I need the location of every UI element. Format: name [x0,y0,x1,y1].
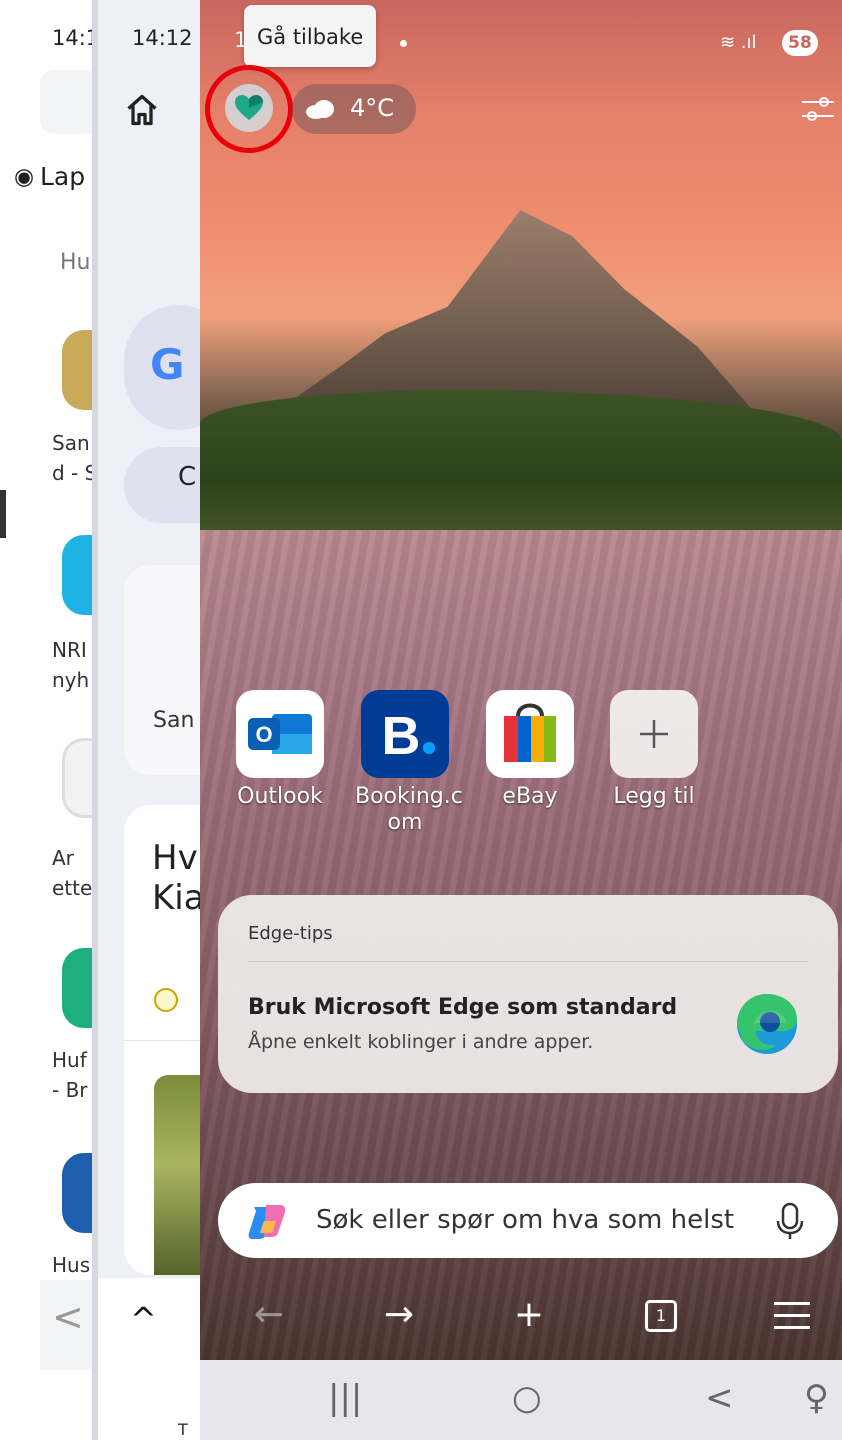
battery-indicator: 58 [782,30,818,56]
section-header: Hu [60,250,91,275]
quicklink-label: Legg til [613,784,695,809]
edge-tips-card[interactable]: Edge-tips Bruk Microsoft Edge som standa… [218,895,838,1093]
system-navigation-bar: ||| ○ < ♀ [200,1360,842,1440]
card-text: San [153,708,195,733]
news-thumbnail[interactable] [154,1075,204,1275]
highlight-ring [205,65,293,153]
tab-count-button[interactable]: 1 [645,1300,677,1332]
accessibility-icon[interactable]: ♀ [804,1378,829,1418]
background-app-window-2[interactable]: 14:12 G C San Hv Kia ^ T [92,0,204,1440]
tooltip-text: Gå tilbake [257,25,364,49]
menu-hamburger-icon[interactable] [774,1302,810,1332]
app-tile-label: San d - S [52,431,98,485]
notification-dot-icon [400,40,407,47]
booking-icon[interactable]: B [361,690,449,778]
source-logo-icon [154,988,178,1012]
svg-text:B: B [382,706,421,766]
google-logo-icon: G [150,340,185,389]
tab-label: Lap [40,162,86,191]
microphone-icon[interactable] [774,1201,806,1241]
back-arrow-icon[interactable]: ← [244,1294,294,1335]
chevron-up-icon[interactable]: ^ [130,1300,157,1338]
quicklink-booking[interactable]: B Booking.c om [355,690,463,836]
page-settings-icon[interactable] [800,92,836,126]
quicklink-add[interactable]: Legg til [604,690,704,810]
forward-arrow-icon[interactable]: → [374,1294,424,1335]
divider [124,1040,204,1041]
quicklink-label: Outlook [237,784,323,809]
app-tile-label: NRI nyh [52,638,90,692]
divider [248,961,808,962]
home-icon[interactable] [124,92,160,128]
home-circle-icon[interactable]: ○ [512,1378,542,1418]
shortcut-card[interactable] [124,565,204,775]
news-headline: Hv Kia [152,838,204,918]
ebay-bag-icon[interactable] [486,690,574,778]
tips-title: Edge-tips [248,923,333,944]
app-tile-label: Hus [52,1253,91,1277]
recents-icon[interactable]: ||| [328,1378,362,1418]
bottom-text: T [178,1420,188,1439]
weather-button[interactable]: 4°C [292,84,416,134]
plus-icon[interactable] [610,690,698,778]
edge-handle [0,490,6,538]
tips-subtitle: Åpne enkelt koblinger i andre apper. [248,1031,594,1053]
quicklink-label: Booking.c om [355,784,463,835]
temperature: 4°C [350,94,395,122]
edge-logo-icon [737,994,797,1054]
signal-icon: ≋ .ıl [720,32,757,53]
tips-heading: Bruk Microsoft Edge som standard [248,995,678,1020]
browser-toolbar: ← → + 1 [200,1280,842,1358]
search-placeholder: Søk eller spør om hva som helst [316,1205,735,1235]
quicklink-outlook[interactable]: O Outlook [230,690,330,810]
pill-text: C [178,462,197,492]
app-tile-label: Huf - Br [52,1048,88,1102]
quicklink-ebay[interactable]: eBay [480,690,580,810]
status-time: 14:12 [132,26,193,50]
outlook-icon[interactable]: O [236,690,324,778]
tab-favicon-icon: ◉ [14,164,35,190]
edge-new-tab-window[interactable]: 1 ≋ .ıl 58 Gå tilbake 4°C O Outlook B Bo… [200,0,842,1440]
quicklink-label: eBay [502,784,558,809]
back-chevron-icon[interactable]: < [705,1378,734,1418]
back-tooltip: Gå tilbake [244,5,376,67]
new-tab-plus-icon[interactable]: + [504,1294,554,1335]
cloud-icon [306,100,334,119]
copilot-icon[interactable] [246,1201,288,1241]
search-bar[interactable]: Søk eller spør om hva som helst [218,1183,838,1258]
app-tile-label: Ar ette [52,846,93,900]
back-arrow-icon[interactable]: < [52,1295,84,1339]
svg-text:O: O [255,722,272,747]
